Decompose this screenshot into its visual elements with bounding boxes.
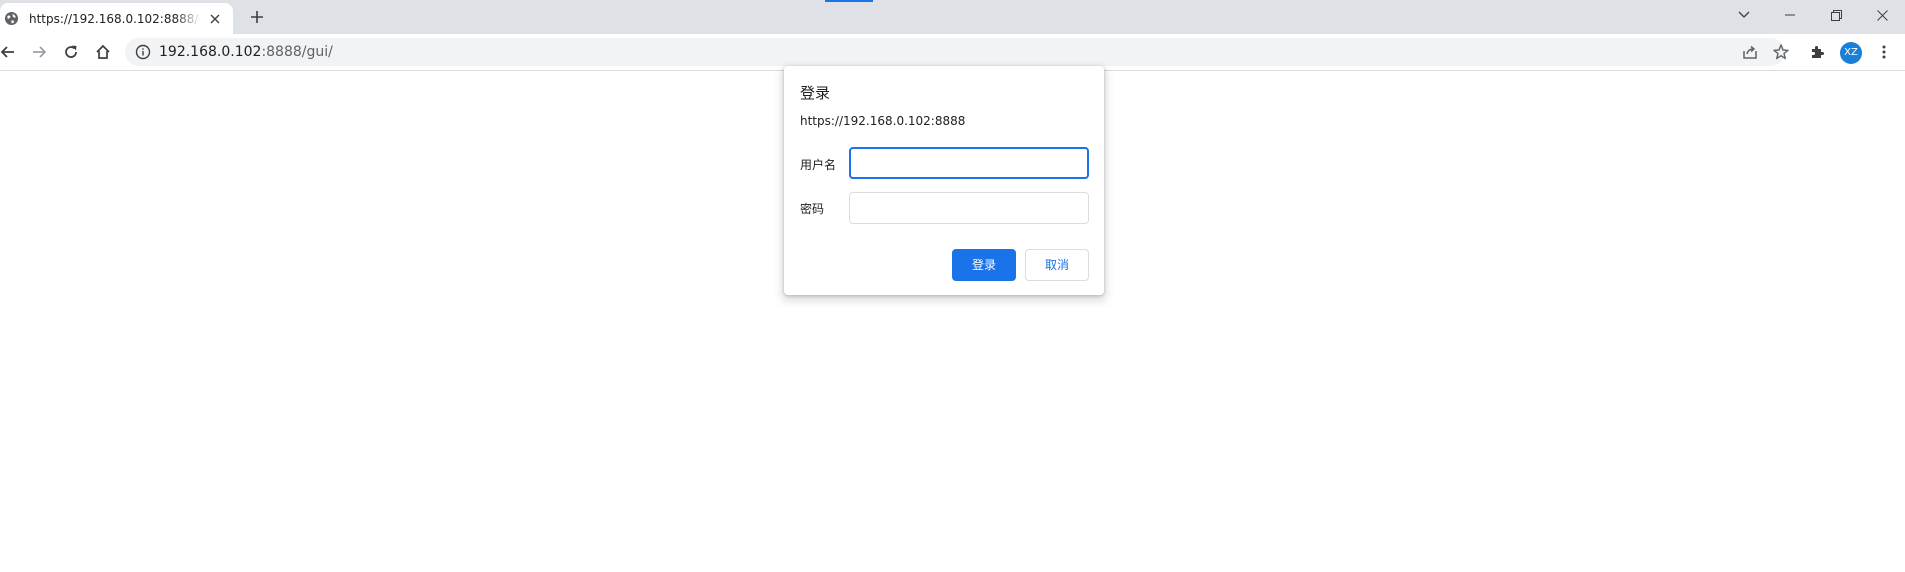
url-host: 192.168.0.102: [159, 44, 262, 60]
info-icon[interactable]: [135, 44, 151, 60]
home-icon: [96, 44, 110, 59]
back-arrow-icon: [0, 46, 14, 58]
browser-tab[interactable]: https://192.168.0.102:8888/gui/: [0, 3, 233, 34]
username-label: 用户名: [800, 158, 837, 172]
plus-icon: [251, 11, 263, 23]
minimize-button[interactable]: [1767, 0, 1813, 30]
sign-in-dialog: 登录 https://192.168.0.102:8888 用户名 密码 登录 …: [784, 66, 1104, 295]
restore-button[interactable]: [1813, 0, 1859, 30]
globe-icon: [4, 11, 19, 26]
sign-in-button[interactable]: 登录: [952, 249, 1016, 281]
extensions-icon: [1812, 46, 1824, 58]
password-field[interactable]: [849, 192, 1089, 224]
extensions-button[interactable]: [1806, 40, 1830, 64]
window-close-button[interactable]: [1859, 0, 1905, 30]
more-vert-icon: [1882, 45, 1886, 59]
password-label: 密码: [800, 202, 825, 216]
forward-button[interactable]: [27, 40, 51, 64]
cancel-button[interactable]: 取消: [1025, 249, 1089, 281]
share-icon[interactable]: [1741, 43, 1759, 61]
new-tab-button[interactable]: [246, 6, 268, 28]
tab-strip: https://192.168.0.102:8888/gui/: [0, 0, 1905, 34]
close-icon: [1876, 9, 1888, 21]
home-button[interactable]: [91, 40, 115, 64]
reload-button[interactable]: [59, 40, 83, 64]
reload-icon: [65, 45, 77, 58]
username-field[interactable]: [849, 147, 1089, 179]
minimize-icon: [1785, 14, 1795, 16]
chevron-down-icon: [1738, 11, 1750, 18]
url-path: :8888/gui/: [261, 44, 333, 60]
restore-icon: [1830, 9, 1842, 21]
star-icon[interactable]: [1772, 43, 1790, 61]
tab-search-button[interactable]: [1721, 0, 1767, 30]
dialog-title: 登录: [800, 84, 831, 102]
dialog-origin: https://192.168.0.102:8888: [800, 114, 966, 128]
profile-avatar[interactable]: XZ: [1840, 42, 1862, 64]
loading-indicator: [825, 0, 873, 2]
back-button[interactable]: [0, 40, 20, 64]
tab-title: https://192.168.0.102:8888/gui/: [29, 12, 201, 26]
address-bar[interactable]: 192.168.0.102:8888/gui/: [125, 38, 1789, 66]
tab-close-icon[interactable]: [207, 11, 223, 27]
url-text[interactable]: 192.168.0.102:8888/gui/: [159, 43, 333, 61]
forward-arrow-icon: [33, 46, 47, 58]
menu-button[interactable]: [1872, 40, 1896, 64]
